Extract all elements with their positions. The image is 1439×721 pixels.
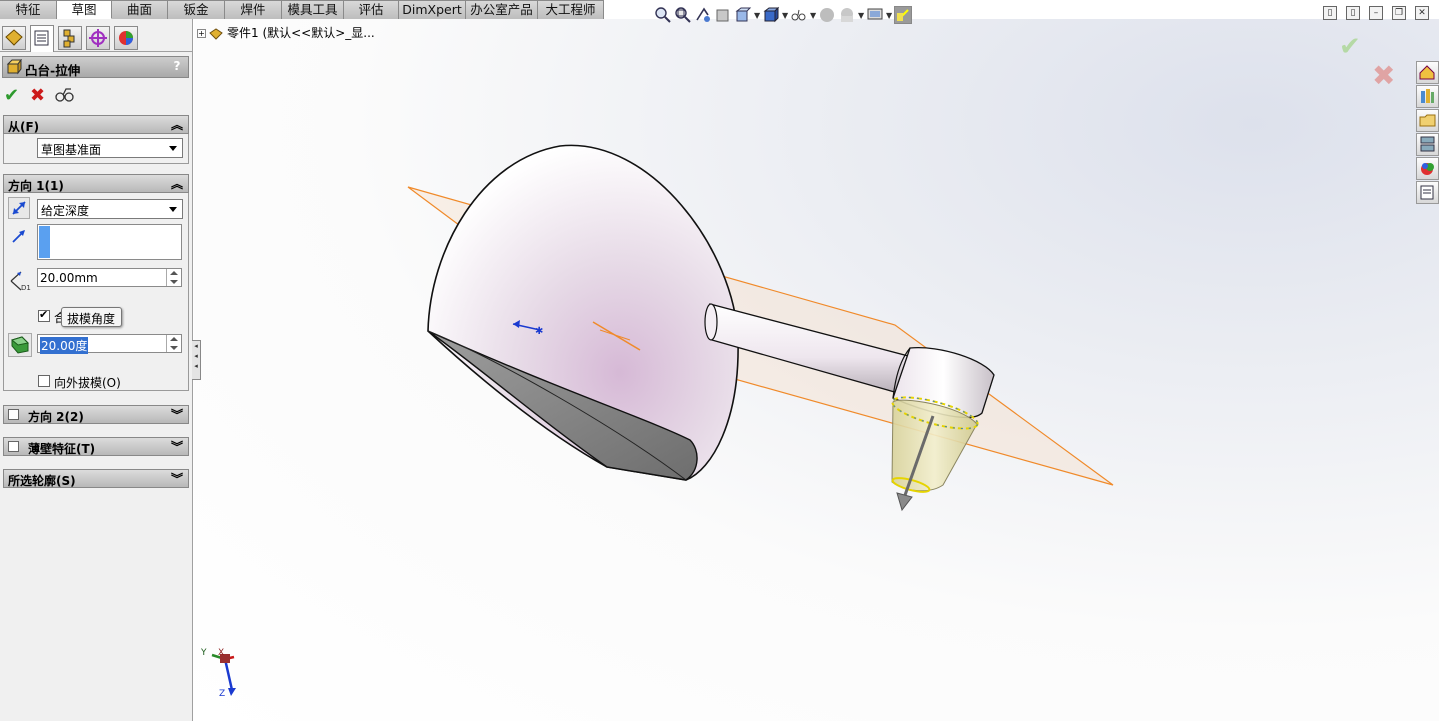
property-manager-panel: 凸台-拉伸 ? ✔ ✖ 从(F) ︽ 草图基准面 方向 1(1) ︽ 给定深度 …: [0, 19, 193, 721]
file-explorer-icon[interactable]: [1416, 109, 1439, 132]
svg-text:✱: ✱: [535, 326, 543, 337]
end-condition-select[interactable]: 给定深度: [37, 199, 183, 219]
collapse-icon[interactable]: ︽: [171, 175, 183, 192]
draft-angle-tooltip: 拔模角度: [61, 307, 122, 327]
normal-to-sketch-icon[interactable]: [894, 6, 912, 24]
expand-icon[interactable]: ︾: [171, 438, 183, 455]
previous-view-icon[interactable]: [694, 6, 712, 24]
draft-angle-input[interactable]: 20.00度: [37, 334, 182, 354]
dropdown-arrow-icon: [169, 146, 177, 151]
chevron-down-icon[interactable]: ▼: [810, 11, 816, 20]
draft-outward-checkbox[interactable]: [38, 375, 50, 387]
property-manager-tab[interactable]: [30, 25, 54, 52]
view-orientation-icon[interactable]: [734, 6, 752, 24]
direction2-section-header[interactable]: 方向 2(2) ︾: [3, 405, 189, 424]
draft-angle-icon[interactable]: [8, 333, 32, 357]
direction2-section-label: 方向 2(2): [28, 410, 84, 424]
zoom-to-fit-icon[interactable]: [654, 6, 672, 24]
direction-selection-box[interactable]: [37, 224, 182, 260]
chevron-down-icon[interactable]: ▼: [782, 11, 788, 20]
direction1-section-body: 给定深度 D1 20.00mm 合 20.00度 向外拔模(O): [3, 193, 189, 391]
section-view-icon[interactable]: [714, 6, 732, 24]
feature-title: 凸台-拉伸: [25, 63, 81, 78]
direction-vector-icon: [10, 227, 28, 245]
appearances-icon[interactable]: [1416, 157, 1439, 180]
part-name: 零件1 (默认<<默认>_显...: [227, 26, 375, 40]
model-scene: ✱: [211, 144, 1114, 696]
hide-show-items-icon[interactable]: [790, 6, 808, 24]
triad-z-label: Z: [219, 689, 226, 699]
ok-icon[interactable]: ✔: [4, 85, 19, 106]
tile-right-icon[interactable]: ▯: [1346, 6, 1360, 20]
solidworks-resources-icon[interactable]: [1416, 61, 1439, 84]
direction2-checkbox[interactable]: [8, 409, 19, 420]
chevron-down-icon[interactable]: ▼: [754, 11, 760, 20]
confirm-cancel-icon[interactable]: ✖: [1372, 59, 1395, 92]
task-pane-tabs: [1416, 61, 1439, 205]
custom-properties-icon[interactable]: [1416, 181, 1439, 204]
view-palette-icon[interactable]: [1416, 133, 1439, 156]
heads-up-view-toolbar: ▼ ▼ ▼ ▼ ▼: [654, 4, 912, 26]
dimxpert-manager-tab[interactable]: [86, 26, 110, 50]
thin-feature-checkbox[interactable]: [8, 441, 19, 452]
draft-angle-spinner[interactable]: [166, 335, 181, 352]
display-manager-tab[interactable]: [114, 26, 138, 50]
depth-spinner[interactable]: [166, 269, 181, 286]
chevron-down-icon[interactable]: ▼: [858, 11, 864, 20]
selected-contours-section-label: 所选轮廓(S): [8, 474, 76, 488]
expand-icon[interactable]: +: [197, 29, 206, 38]
triad-y-label: Y: [201, 648, 207, 658]
dome-body[interactable]: [427, 144, 739, 481]
reverse-direction-icon[interactable]: [8, 197, 30, 219]
from-section-header[interactable]: 从(F) ︽: [3, 115, 189, 134]
feature-tree-flyout[interactable]: + 零件1 (默认<<默认>_显...: [197, 24, 375, 41]
start-condition-select[interactable]: 草图基准面: [37, 138, 183, 158]
end-condition-value: 给定深度: [41, 204, 90, 218]
help-icon[interactable]: ?: [170, 59, 184, 75]
depth-icon-label: D1: [21, 284, 31, 292]
start-condition-value: 草图基准面: [41, 143, 102, 157]
triad-x-label: X: [218, 648, 225, 658]
direction1-section-label: 方向 1(1): [8, 179, 64, 193]
expand-icon[interactable]: ︾: [171, 406, 183, 423]
chevron-down-icon[interactable]: ▼: [886, 11, 892, 20]
from-section-label: 从(F): [8, 120, 40, 134]
edit-appearance-icon[interactable]: [818, 6, 836, 24]
direction1-section-header[interactable]: 方向 1(1) ︽: [3, 174, 189, 193]
expand-icon[interactable]: ︾: [171, 470, 183, 487]
thin-feature-section-label: 薄壁特征(T): [28, 442, 96, 456]
extrude-boss-icon: [6, 59, 22, 75]
depth-input[interactable]: 20.00mm: [37, 268, 182, 287]
feature-manager-tab[interactable]: [2, 26, 26, 50]
design-library-icon[interactable]: [1416, 85, 1439, 108]
cancel-icon[interactable]: ✖: [30, 85, 45, 106]
draft-angle-value: 20.00度: [40, 337, 89, 354]
view-settings-icon[interactable]: [866, 6, 884, 24]
selected-contours-section-header[interactable]: 所选轮廓(S) ︾: [3, 469, 189, 488]
collapse-icon[interactable]: ︽: [171, 116, 183, 133]
part-icon: [209, 27, 223, 40]
restore-icon[interactable]: ❐: [1392, 6, 1406, 20]
window-controls: ▯ ▯ – ❐ ✕: [1323, 6, 1429, 20]
draft-checkbox[interactable]: [38, 308, 50, 322]
zoom-to-area-icon[interactable]: [674, 6, 692, 24]
close-icon[interactable]: ✕: [1415, 6, 1429, 20]
draft-outward-label: 向外拔模(O): [54, 376, 121, 390]
tile-left-icon[interactable]: ▯: [1323, 6, 1337, 20]
apply-scene-icon[interactable]: [838, 6, 856, 24]
property-manager-header: 凸台-拉伸 ?: [2, 56, 189, 78]
confirm-ok-icon[interactable]: ✔: [1339, 32, 1361, 62]
display-style-icon[interactable]: [762, 6, 780, 24]
minimize-icon[interactable]: –: [1369, 6, 1383, 20]
depth-value: 20.00mm: [40, 271, 98, 285]
dropdown-arrow-icon: [169, 207, 177, 212]
panel-collapse-handle[interactable]: ◂ ◂ ◂: [192, 340, 201, 380]
thin-feature-section-header[interactable]: 薄壁特征(T) ︾: [3, 437, 189, 456]
selection-active-indicator: [39, 226, 50, 258]
detailed-preview-icon[interactable]: [55, 87, 75, 103]
configuration-manager-tab[interactable]: [58, 26, 82, 50]
manager-tabs: [0, 19, 192, 52]
from-section-body: 草图基准面: [3, 134, 189, 164]
depth-icon: D1: [8, 268, 34, 292]
